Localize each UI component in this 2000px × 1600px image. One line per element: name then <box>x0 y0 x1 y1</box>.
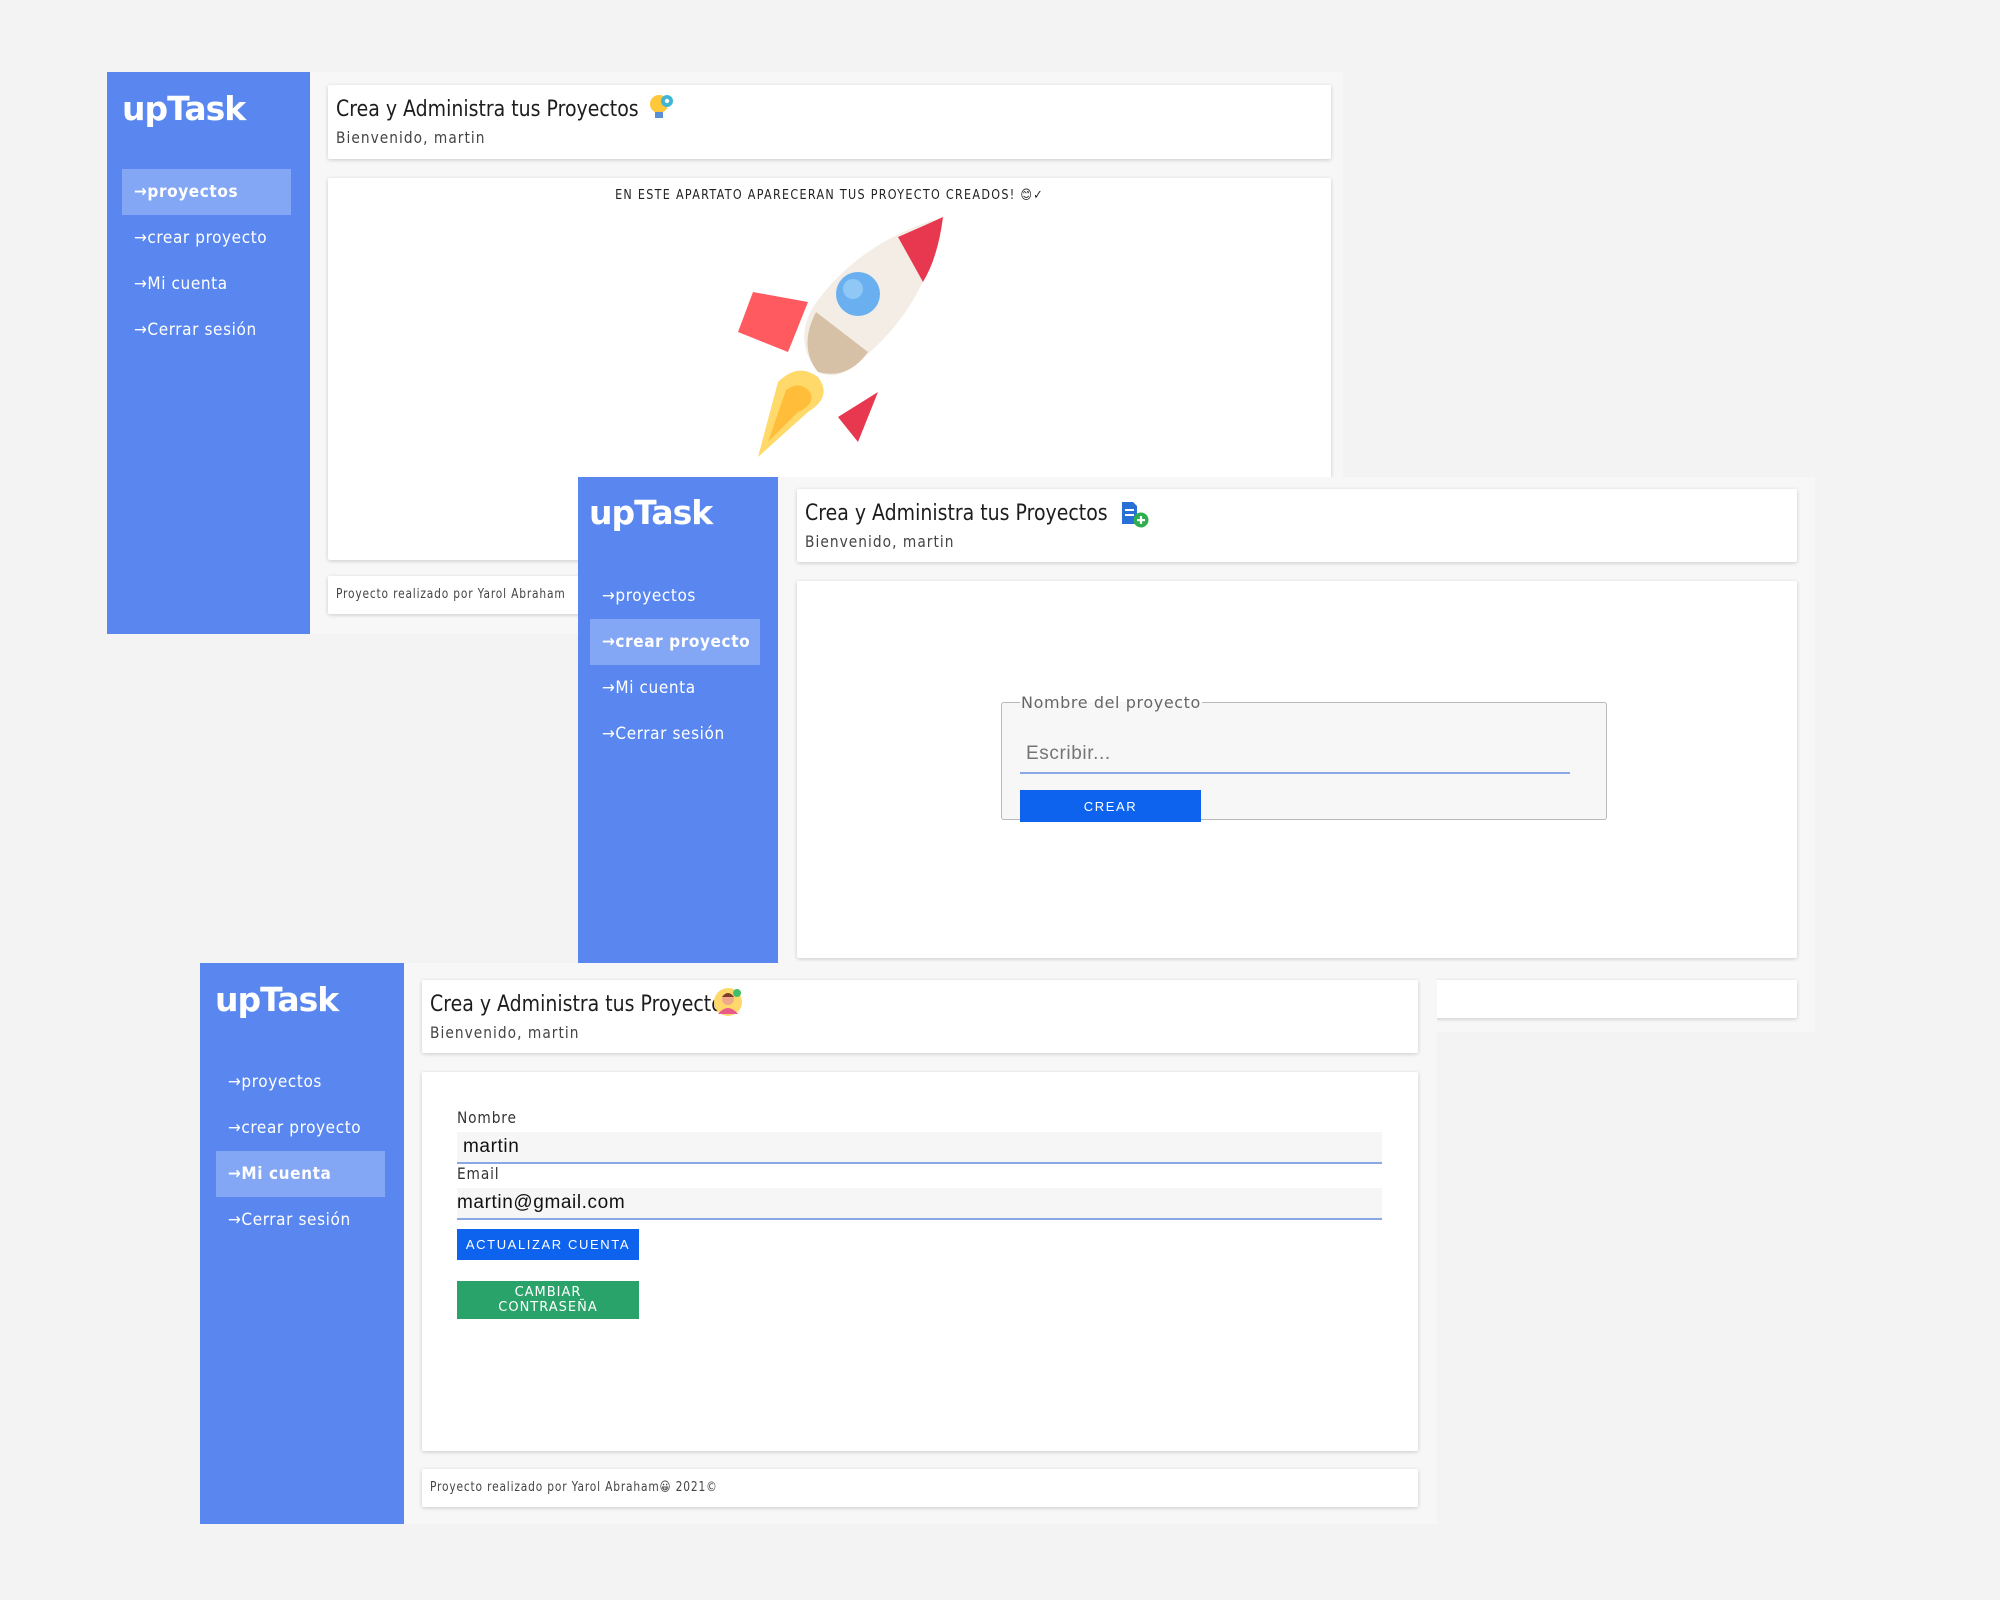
user-avatar-icon <box>712 986 744 1023</box>
rocket-illustration <box>698 212 958 467</box>
empty-projects-message: EN ESTE APARTATO APARECERAN TUS PROYECTO… <box>615 188 1044 203</box>
nav-item-crear-proyecto[interactable]: →crear proyecto <box>216 1105 385 1151</box>
nav-item-mi-cuenta[interactable]: →Mi cuenta <box>216 1151 385 1197</box>
create-button[interactable]: CREAR <box>1020 790 1201 822</box>
header-card: Crea y Administra tus Proyectos Bienveni… <box>797 489 1797 562</box>
name-field[interactable] <box>457 1132 1382 1164</box>
page-title: Crea y Administra tus Proyectos <box>336 97 639 122</box>
page-title: Crea y Administra tus Proyectos <box>805 501 1108 526</box>
header-card: Crea y Administra tus Proyectos Bienveni… <box>328 85 1331 159</box>
nav-item-proyectos[interactable]: →proyectos <box>216 1059 385 1105</box>
nav-item-mi-cuenta[interactable]: →Mi cuenta <box>122 261 291 307</box>
welcome-text: Bienvenido, martin <box>805 532 955 551</box>
project-name-input[interactable] <box>1020 736 1570 774</box>
project-form: Nombre del proyecto CREAR <box>1001 693 1607 822</box>
header-card: Crea y Administra tus Proyectos Bienveni… <box>422 980 1418 1053</box>
welcome-text: Bienvenido, martin <box>336 128 486 147</box>
account-screen: upTask →proyectos →crear proyecto →Mi cu… <box>200 963 1437 1524</box>
nav-item-mi-cuenta[interactable]: →Mi cuenta <box>590 665 760 711</box>
name-label: Nombre <box>457 1108 517 1127</box>
nav-item-cerrar-sesion[interactable]: →Cerrar sesión <box>590 711 760 757</box>
footer-credit: Proyecto realizado por Yarol Abraham😀 20… <box>430 1480 718 1495</box>
lightbulb-gear-icon <box>645 91 677 128</box>
nav-item-proyectos[interactable]: →proyectos <box>590 573 760 619</box>
create-project-screen: upTask →proyectos →crear proyecto →Mi cu… <box>578 477 1815 1032</box>
brand-logo: upTask <box>215 980 339 1019</box>
add-document-icon <box>1117 496 1151 535</box>
create-project-card: Nombre del proyecto CREAR <box>797 581 1797 958</box>
nav-item-crear-proyecto[interactable]: →crear proyecto <box>122 215 291 261</box>
sidebar: upTask →proyectos →crear proyecto →Mi cu… <box>578 477 778 1032</box>
nav-item-cerrar-sesion[interactable]: →Cerrar sesión <box>216 1197 385 1243</box>
footer-card: Proyecto realizado por Yarol Abraham😀 20… <box>422 1469 1418 1507</box>
nav-item-proyectos[interactable]: →proyectos <box>122 169 291 215</box>
account-form-card: Nombre Email ACTUALIZAR CUENTA CAMBIAR C… <box>422 1072 1418 1451</box>
project-name-legend: Nombre del proyecto <box>1021 693 1201 712</box>
page-title: Crea y Administra tus Proyectos <box>430 992 733 1017</box>
footer-credit: Proyecto realizado por Yarol Abraham <box>336 587 566 602</box>
sidebar: upTask →proyectos →crear proyecto →Mi cu… <box>200 963 404 1524</box>
sidebar: upTask →proyectos →crear proyecto →Mi cu… <box>107 72 310 634</box>
email-field[interactable] <box>457 1188 1382 1220</box>
change-password-button[interactable]: CAMBIAR CONTRASEÑA <box>457 1281 639 1319</box>
welcome-text: Bienvenido, martin <box>430 1023 580 1042</box>
email-label: Email <box>457 1164 500 1183</box>
nav-item-cerrar-sesion[interactable]: →Cerrar sesión <box>122 307 291 353</box>
brand-logo: upTask <box>122 89 246 128</box>
brand-logo: upTask <box>589 493 713 532</box>
update-account-button[interactable]: ACTUALIZAR CUENTA <box>457 1229 639 1260</box>
nav-item-crear-proyecto[interactable]: →crear proyecto <box>590 619 760 665</box>
